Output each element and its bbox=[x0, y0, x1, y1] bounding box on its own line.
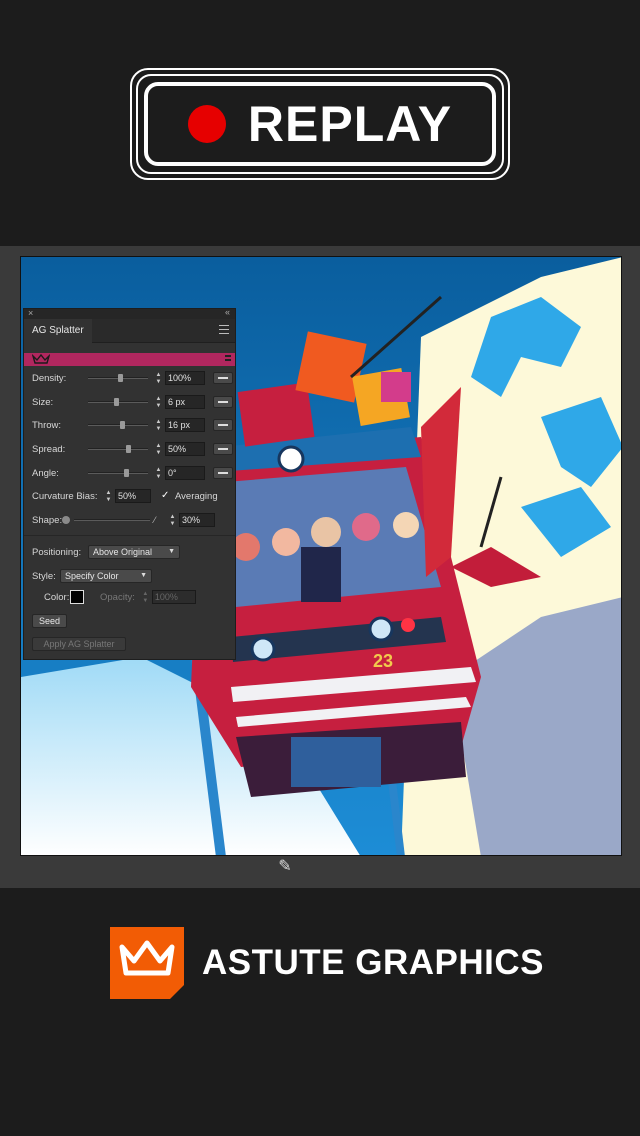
curvature-stepper[interactable]: ▲ ▼ bbox=[104, 490, 113, 503]
shape-stepper[interactable]: ▲ ▼ bbox=[168, 514, 177, 527]
collapse-icon[interactable]: « bbox=[225, 307, 230, 317]
density-row: Density: ▲ ▼ 100% bbox=[32, 370, 233, 386]
replay-badge: REPLAY bbox=[130, 68, 510, 180]
curvature-label: Curvature Bias: bbox=[32, 490, 98, 502]
spread-stepper[interactable]: ▲ ▼ bbox=[154, 443, 163, 456]
spread-slider[interactable] bbox=[88, 445, 148, 453]
density-stepper[interactable]: ▲ ▼ bbox=[154, 372, 163, 385]
panel-divider bbox=[24, 535, 235, 536]
positioning-dropdown[interactable]: Above Original ▼ bbox=[88, 545, 180, 559]
positioning-row: Positioning: Above Original ▼ bbox=[32, 544, 180, 560]
color-swatch[interactable] bbox=[70, 590, 84, 604]
shape-field[interactable]: 30% bbox=[179, 513, 215, 527]
tab-ag-splatter[interactable]: AG Splatter bbox=[24, 319, 92, 343]
style-label: Style: bbox=[32, 570, 56, 582]
panel-header-strip bbox=[24, 353, 235, 366]
badge-main: REPLAY bbox=[144, 82, 496, 166]
opacity-stepper[interactable]: ▲ ▼ bbox=[141, 591, 150, 604]
spread-row: Spread: ▲ ▼ 50% bbox=[32, 441, 233, 457]
throw-mode-button[interactable] bbox=[213, 419, 233, 431]
density-field[interactable]: 100% bbox=[165, 371, 205, 385]
shape-slider[interactable] bbox=[74, 519, 150, 521]
averaging-checkbox[interactable]: ✓ bbox=[161, 491, 171, 501]
size-row: Size: ▲ ▼ 6 px bbox=[32, 394, 233, 410]
density-label: Density: bbox=[32, 372, 67, 384]
density-mode-button[interactable] bbox=[213, 372, 233, 384]
ag-splatter-panel: × « AG Splatter Density: ▲ ▼ 100% Size: ▲… bbox=[23, 307, 236, 660]
throw-stepper[interactable]: ▲ ▼ bbox=[154, 419, 163, 432]
density-slider[interactable] bbox=[88, 374, 148, 382]
size-mode-button[interactable] bbox=[213, 396, 233, 408]
grip-icon bbox=[225, 355, 231, 363]
spread-field[interactable]: 50% bbox=[165, 442, 205, 456]
angle-slider[interactable] bbox=[88, 469, 148, 477]
brush-cursor-icon: ✎ bbox=[278, 858, 292, 875]
style-dropdown[interactable]: Specify Color ▼ bbox=[60, 569, 152, 583]
size-stepper[interactable]: ▲ ▼ bbox=[154, 396, 163, 409]
shape-point-icon: ⁄ bbox=[154, 515, 156, 525]
astute-graphics-logo bbox=[110, 927, 184, 999]
apply-row: Apply AG Splatter bbox=[32, 636, 126, 652]
throw-label: Throw: bbox=[32, 419, 62, 431]
close-icon[interactable]: × bbox=[28, 308, 33, 318]
angle-mode-button[interactable] bbox=[213, 467, 233, 479]
averaging-label: Averaging bbox=[175, 490, 218, 502]
style-row: Style: Specify Color ▼ bbox=[32, 568, 152, 584]
replay-label: REPLAY bbox=[247, 96, 453, 152]
throw-row: Throw: ▲ ▼ 16 px bbox=[32, 417, 233, 433]
crown-logo-icon bbox=[119, 940, 175, 976]
brand-name: ASTUTE GRAPHICS bbox=[202, 943, 544, 982]
curvature-field[interactable]: 50% bbox=[115, 489, 151, 503]
panel-titlebar: × « bbox=[24, 307, 235, 319]
positioning-label: Positioning: bbox=[32, 546, 82, 558]
color-label: Color: bbox=[44, 591, 70, 603]
throw-field[interactable]: 16 px bbox=[165, 418, 205, 432]
opacity-field[interactable]: 100% bbox=[151, 590, 196, 604]
throw-slider[interactable] bbox=[88, 421, 148, 429]
apply-splatter-button[interactable]: Apply AG Splatter bbox=[32, 637, 126, 651]
size-slider[interactable] bbox=[88, 398, 148, 406]
shape-row: Shape: ⁄ ▲ ▼ 30% bbox=[32, 512, 215, 528]
crown-icon bbox=[32, 354, 50, 364]
size-field[interactable]: 6 px bbox=[165, 395, 205, 409]
seed-button[interactable]: Seed bbox=[32, 614, 68, 628]
spread-mode-button[interactable] bbox=[213, 443, 233, 455]
color-row: Color: Opacity: ▲ ▼ 100% bbox=[44, 589, 196, 605]
logo-corner-fold bbox=[170, 985, 184, 999]
panel-tabbar: AG Splatter bbox=[24, 319, 235, 343]
size-label: Size: bbox=[32, 396, 54, 408]
angle-row: Angle: ▲ ▼ 0° bbox=[32, 465, 233, 481]
angle-stepper[interactable]: ▲ ▼ bbox=[154, 467, 163, 480]
angle-label: Angle: bbox=[32, 467, 59, 479]
shape-round-icon bbox=[62, 516, 70, 524]
opacity-label: Opacity: bbox=[100, 591, 135, 603]
tram-number: 23 bbox=[373, 651, 393, 671]
record-dot-icon bbox=[187, 105, 226, 143]
curvature-row: Curvature Bias: ▲ ▼ 50% ✓ Averaging bbox=[32, 488, 218, 504]
panel-menu-icon[interactable] bbox=[219, 325, 229, 334]
shape-label: Shape: bbox=[32, 514, 63, 526]
spread-label: Spread: bbox=[32, 443, 66, 455]
seed-row: Seed bbox=[32, 613, 68, 629]
angle-field[interactable]: 0° bbox=[165, 466, 205, 480]
